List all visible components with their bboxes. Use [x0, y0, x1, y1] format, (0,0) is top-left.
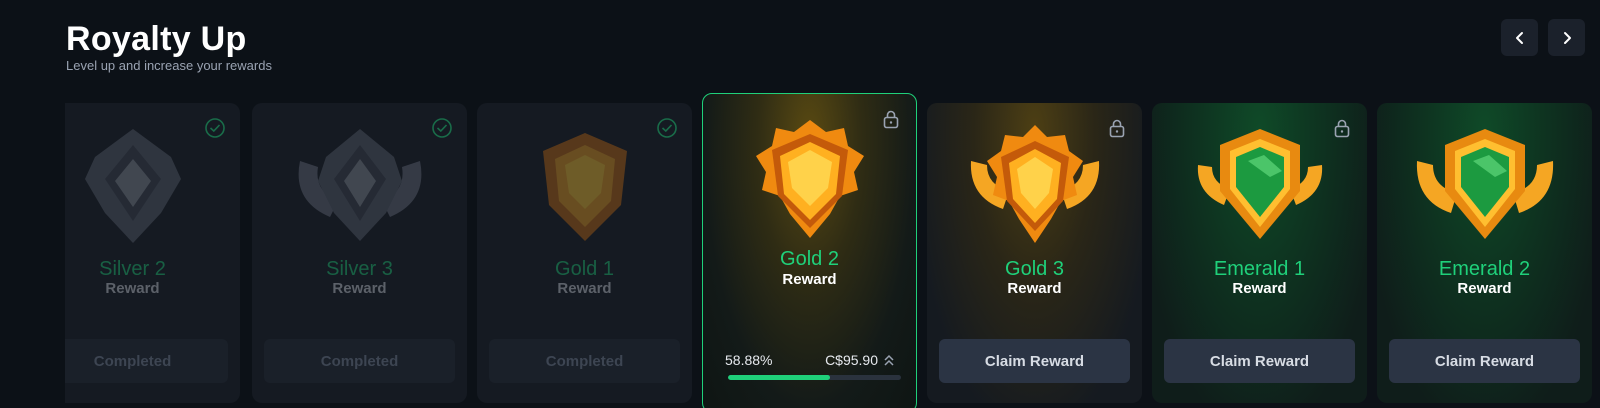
lock-icon	[1109, 119, 1125, 138]
tier-card-emerald-2: Emerald 2 Reward Claim Reward	[1377, 103, 1592, 403]
chevron-right-icon	[1563, 31, 1571, 44]
double-chevron-up-icon	[884, 354, 894, 366]
progress-bar	[728, 375, 901, 380]
next-button[interactable]	[1548, 19, 1585, 56]
tier-card-silver-3: Silver 3 Reward Completed	[252, 103, 467, 403]
claim-reward-button[interactable]: Claim Reward	[939, 339, 1130, 383]
gold-badge-icon	[755, 120, 864, 238]
tier-card-gold-1: Gold 1 Reward Completed	[477, 103, 692, 403]
tier-name: Emerald 1	[1213, 258, 1306, 280]
tier-reward-label: Reward	[1457, 280, 1512, 297]
progress-amount: C$95.90	[825, 352, 878, 368]
gold-badge-icon	[970, 125, 1099, 243]
page-header: Royalty Up Level up and increase your re…	[66, 18, 272, 73]
previous-button[interactable]	[1501, 19, 1538, 56]
tier-card-silver-2: Silver 2 Reward Completed	[65, 103, 240, 403]
page-subtitle: Level up and increase your rewards	[66, 58, 272, 73]
tier-card-gold-3: Gold 3 Reward Claim Reward	[927, 103, 1142, 403]
progress-percent: 58.88%	[725, 352, 773, 368]
tier-reward-label: Reward	[557, 280, 612, 297]
emerald-badge-icon	[1197, 129, 1322, 239]
claim-reward-button[interactable]: Claim Reward	[1389, 339, 1580, 383]
completed-button: Completed	[489, 339, 680, 383]
completed-button: Completed	[264, 339, 455, 383]
check-circle-icon	[432, 118, 452, 138]
tier-reward-label: Reward	[782, 271, 837, 288]
tier-name: Emerald 2	[1438, 258, 1531, 280]
tier-reward-label: Reward	[1232, 280, 1287, 297]
emerald-badge-icon	[1416, 129, 1553, 239]
tier-name: Silver 3	[326, 258, 393, 280]
page-title: Royalty Up	[66, 20, 247, 58]
progress-row: 58.88% C$95.90	[725, 352, 894, 368]
completed-button: Completed	[65, 339, 228, 383]
claim-reward-button[interactable]: Claim Reward	[1164, 339, 1355, 383]
tier-reward-label: Reward	[1007, 280, 1062, 297]
lock-icon	[1334, 119, 1350, 138]
tier-reward-label: Reward	[332, 280, 387, 297]
chevron-left-icon	[1515, 31, 1523, 44]
tier-card-gold-2: Gold 2 Reward 58.88% C$95.90	[702, 93, 917, 408]
tier-name: Gold 3	[1005, 258, 1064, 280]
tier-name: Gold 2	[780, 248, 839, 270]
progress-amount-group: C$95.90	[825, 352, 894, 368]
tier-name: Gold 1	[555, 258, 614, 280]
progress-bar-fill	[728, 375, 830, 380]
tier-reward-label: Reward	[105, 280, 160, 297]
check-circle-icon	[657, 118, 677, 138]
check-circle-icon	[205, 118, 225, 138]
silver-badge-icon	[298, 129, 421, 241]
gold-badge-icon	[542, 133, 627, 241]
lock-icon	[883, 110, 899, 129]
silver-badge-icon	[84, 129, 181, 243]
tier-carousel: Silver 2 Reward Completed Silver 3 Rewar…	[65, 93, 1600, 408]
tier-name: Silver 2	[99, 258, 166, 280]
tier-card-emerald-1: Emerald 1 Reward Claim Reward	[1152, 103, 1367, 403]
